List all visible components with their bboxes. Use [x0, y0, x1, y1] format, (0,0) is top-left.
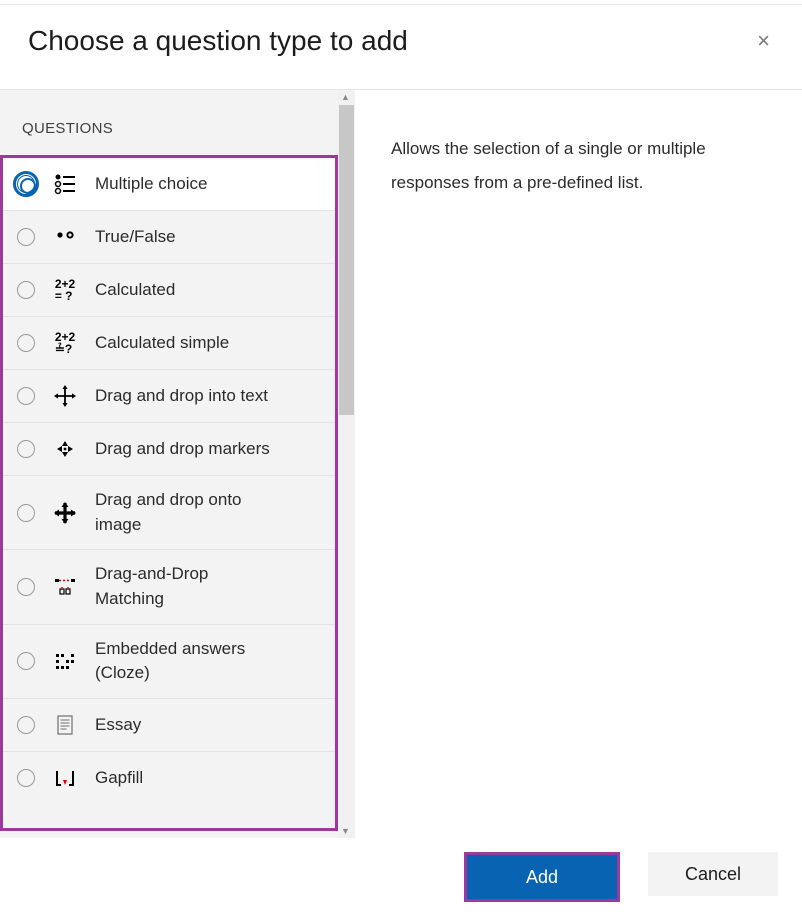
qtype-label: Calculated — [95, 266, 175, 315]
radio-dragintotext[interactable] — [17, 387, 35, 405]
cancel-button[interactable]: Cancel — [648, 852, 778, 896]
modal-header: Choose a question type to add × — [0, 5, 802, 90]
qtype-truefalse[interactable]: True/False — [3, 211, 335, 264]
multichoice-icon — [53, 172, 77, 196]
drag-markers-icon — [53, 437, 77, 461]
qtype-dragintotext[interactable]: Drag and drop into text — [3, 370, 335, 423]
section-title: QUESTIONS — [0, 90, 338, 155]
drag-matching-icon — [53, 575, 77, 599]
qtype-dragmarkers[interactable]: Drag and drop markers — [3, 423, 335, 476]
questiontype-description-pane: Allows the selection of a single or mult… — [355, 90, 802, 838]
radio-cloze[interactable] — [17, 652, 35, 670]
qtype-calculatedsimple[interactable]: 2+2 ≟? Calculated simple — [3, 317, 335, 370]
calculatedsimple-icon: 2+2 ≟? — [53, 331, 77, 355]
qtype-label: Drag-and-Drop Matching — [95, 550, 275, 623]
qtype-dragontoimage[interactable]: Drag and drop onto image — [3, 476, 335, 550]
drag-text-icon — [53, 384, 77, 408]
questiontype-list-pane: QUESTIONS — [0, 90, 355, 838]
radio-calculated[interactable] — [17, 281, 35, 299]
essay-icon — [53, 713, 77, 737]
scrollbar-thumb[interactable] — [339, 105, 354, 415]
qtype-calculated[interactable]: 2+2 = ? Calculated — [3, 264, 335, 317]
calculated-icon: 2+2 = ? — [53, 278, 77, 302]
qtype-label: True/False — [95, 213, 176, 262]
qtype-cloze[interactable]: Embedded answers (Cloze) — [3, 625, 335, 699]
radio-multiplechoice[interactable] — [17, 175, 35, 193]
radio-truefalse[interactable] — [17, 228, 35, 246]
cloze-icon — [53, 649, 77, 673]
qtype-gapfill[interactable]: Gapfill — [3, 752, 335, 805]
qtype-label: Drag and drop into text — [95, 372, 268, 421]
qtype-label: Gapfill — [95, 754, 143, 803]
questiontype-highlight-frame: Multiple choice True/False — [0, 155, 338, 831]
qtype-label: Multiple choice — [95, 160, 207, 209]
modal-title: Choose a question type to add — [28, 25, 408, 57]
close-icon[interactable]: × — [753, 30, 774, 52]
truefalse-icon — [53, 225, 77, 249]
questiontype-scroll-area[interactable]: QUESTIONS — [0, 90, 355, 838]
radio-calculatedsimple[interactable] — [17, 334, 35, 352]
qtype-essay[interactable]: Essay — [3, 699, 335, 752]
radio-essay[interactable] — [17, 716, 35, 734]
question-type-modal: Choose a question type to add × QUESTION… — [0, 0, 802, 920]
drag-image-icon — [53, 501, 77, 525]
add-button-highlight: Add — [464, 852, 620, 902]
qtype-dragmatching[interactable]: Drag-and-Drop Matching — [3, 550, 335, 624]
qtype-label: Calculated simple — [95, 319, 229, 368]
qtype-label: Embedded answers (Cloze) — [95, 625, 275, 698]
gapfill-icon — [53, 766, 77, 790]
add-button[interactable]: Add — [467, 855, 617, 899]
qtype-label: Essay — [95, 701, 141, 750]
radio-dragontoimage[interactable] — [17, 504, 35, 522]
radio-dragmatching[interactable] — [17, 578, 35, 596]
radio-gapfill[interactable] — [17, 769, 35, 787]
scrollbar[interactable] — [338, 90, 355, 838]
modal-footer: Add Cancel — [0, 838, 802, 920]
qtype-multiplechoice[interactable]: Multiple choice — [3, 158, 335, 211]
qtype-label: Drag and drop onto image — [95, 476, 275, 549]
radio-dragmarkers[interactable] — [17, 440, 35, 458]
questiontype-description: Allows the selection of a single or mult… — [391, 132, 766, 200]
qtype-label: Drag and drop markers — [95, 425, 270, 474]
